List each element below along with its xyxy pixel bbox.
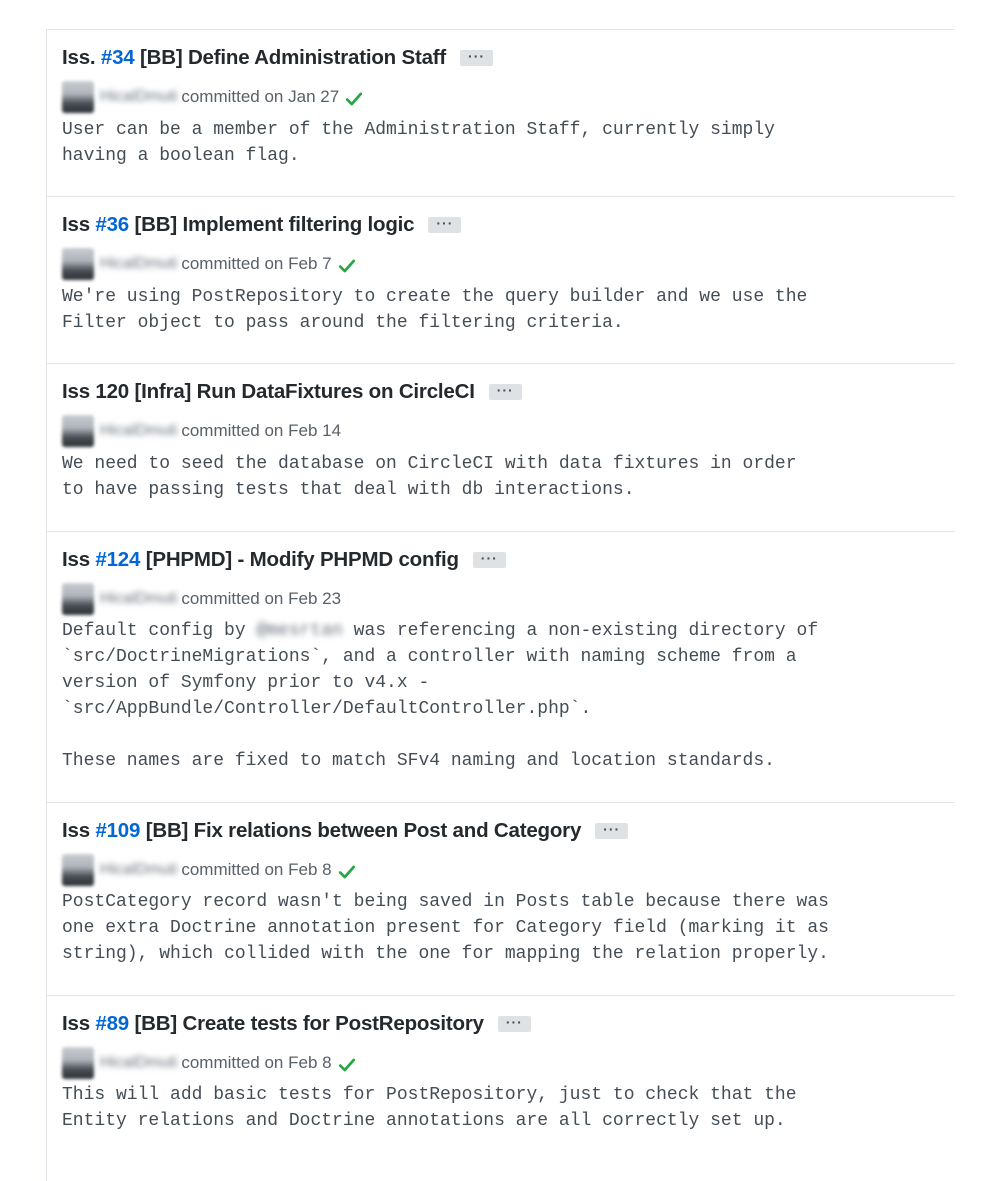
commit-item: Iss #89 [BB] Create tests for PostReposi… (47, 996, 955, 1181)
commit-title-row: Iss #89 [BB] Create tests for PostReposi… (62, 1012, 531, 1036)
commit-title-rest: [BB] Implement filtering logic (129, 213, 415, 236)
check-icon[interactable] (338, 863, 356, 881)
commit-title-rest: [PHPMD] - Modify PHPMD config (140, 548, 459, 571)
commit-meta: HicalDmuti committed on Feb 8 (62, 853, 356, 887)
user-mention[interactable]: @mesrtan (256, 621, 342, 641)
commit-title-prefix: Iss 120 [Infra] Run DataFixtures on Circ… (62, 380, 475, 403)
commit-item: Iss 120 [Infra] Run DataFixtures on Circ… (47, 364, 955, 532)
commit-title-rest: [BB] Fix relations between Post and Cate… (140, 819, 582, 842)
avatar[interactable] (62, 415, 94, 447)
commit-description: Default config by @mesrtan was referenci… (62, 621, 819, 771)
commit-title-row: Iss #109 [BB] Fix relations between Post… (62, 819, 629, 843)
issue-link[interactable]: #34 (101, 46, 135, 69)
commit-meta: HicalDmuti committed on Feb 23 (62, 582, 341, 616)
commit-meta: HicalDmuti committed on Feb 7 (62, 247, 356, 281)
commit-meta: HicalDmuti committed on Feb 8 (62, 1046, 356, 1080)
commit-item: Iss #36 [BB] Implement filtering logic ·… (47, 197, 955, 364)
issue-link[interactable]: #89 (95, 1012, 129, 1035)
commit-title-rest: [BB] Create tests for PostRepository (129, 1012, 485, 1035)
avatar[interactable] (62, 81, 94, 113)
commit-item: Iss #124 [PHPMD] - Modify PHPMD config ·… (47, 532, 955, 803)
commit-description: We need to seed the database on CircleCI… (62, 454, 797, 500)
commit-title-prefix: Iss. (62, 46, 101, 69)
commit-meta: HicalDmuti committed on Jan 27 (62, 80, 363, 114)
commit-title-prefix: Iss (62, 213, 96, 236)
commit-title-prefix: Iss (62, 1012, 96, 1035)
avatar[interactable] (62, 583, 94, 615)
commit-date: committed on Jan 27 (181, 87, 340, 106)
commit-description: This will add basic tests for PostReposi… (62, 1085, 797, 1131)
commit-list: Iss. #34 [BB] Define Administration Staf… (46, 29, 955, 1181)
commit-date: committed on Feb 14 (181, 421, 342, 440)
commit-title[interactable]: Iss #109 [BB] Fix relations between Post… (62, 819, 581, 843)
author-name[interactable]: HicalDmuti (100, 590, 177, 608)
expand-description-button[interactable]: ··· (428, 216, 462, 233)
commit-item: Iss. #34 [BB] Define Administration Staf… (47, 30, 955, 197)
commit-title[interactable]: Iss #124 [PHPMD] - Modify PHPMD config (62, 548, 459, 572)
expand-description-button[interactable]: ··· (497, 1015, 531, 1032)
commit-title-row: Iss #36 [BB] Implement filtering logic ·… (62, 213, 462, 237)
author-name[interactable]: HicalDmuti (100, 1054, 177, 1072)
check-icon[interactable] (338, 257, 356, 275)
commit-title[interactable]: Iss #89 [BB] Create tests for PostReposi… (62, 1012, 484, 1036)
commit-date: committed on Feb 7 (181, 254, 332, 273)
commit-title-prefix: Iss (62, 548, 96, 571)
commit-meta: HicalDmuti committed on Feb 14 (62, 414, 341, 448)
commit-title-row: Iss 120 [Infra] Run DataFixtures on Circ… (62, 380, 522, 404)
commit-title-row: Iss. #34 [BB] Define Administration Staf… (62, 46, 494, 70)
commit-title[interactable]: Iss 120 [Infra] Run DataFixtures on Circ… (62, 380, 475, 404)
avatar[interactable] (62, 248, 94, 280)
issue-link[interactable]: #124 (95, 548, 140, 571)
check-icon[interactable] (345, 90, 363, 108)
issue-link[interactable]: #36 (95, 213, 129, 236)
check-icon[interactable] (338, 1056, 356, 1074)
expand-description-button[interactable]: ··· (460, 49, 494, 66)
avatar[interactable] (62, 854, 94, 886)
commit-date: committed on Feb 23 (181, 589, 342, 608)
author-name[interactable]: HicalDmuti (100, 255, 177, 273)
commit-description: User can be a member of the Administrati… (62, 120, 775, 166)
commit-description: PostCategory record wasn't being saved i… (62, 892, 829, 964)
author-name[interactable]: HicalDmuti (100, 861, 177, 879)
commit-title[interactable]: Iss #36 [BB] Implement filtering logic (62, 213, 415, 237)
author-name[interactable]: HicalDmuti (100, 422, 177, 440)
commit-date: committed on Feb 8 (181, 1053, 332, 1072)
expand-description-button[interactable]: ··· (472, 551, 506, 568)
issue-link[interactable]: #109 (95, 819, 140, 842)
commit-title-prefix: Iss (62, 819, 96, 842)
commit-title-row: Iss #124 [PHPMD] - Modify PHPMD config ·… (62, 548, 506, 572)
commit-date: committed on Feb 8 (181, 860, 332, 879)
author-name[interactable]: HicalDmuti (100, 88, 177, 106)
avatar[interactable] (62, 1047, 94, 1079)
commit-description: We're using PostRepository to create the… (62, 287, 808, 333)
commit-title[interactable]: Iss. #34 [BB] Define Administration Staf… (62, 46, 446, 70)
commit-item: Iss #109 [BB] Fix relations between Post… (47, 803, 955, 996)
commit-title-rest: [BB] Define Administration Staff (134, 46, 447, 69)
expand-description-button[interactable]: ··· (488, 383, 522, 400)
expand-description-button[interactable]: ··· (595, 822, 629, 839)
